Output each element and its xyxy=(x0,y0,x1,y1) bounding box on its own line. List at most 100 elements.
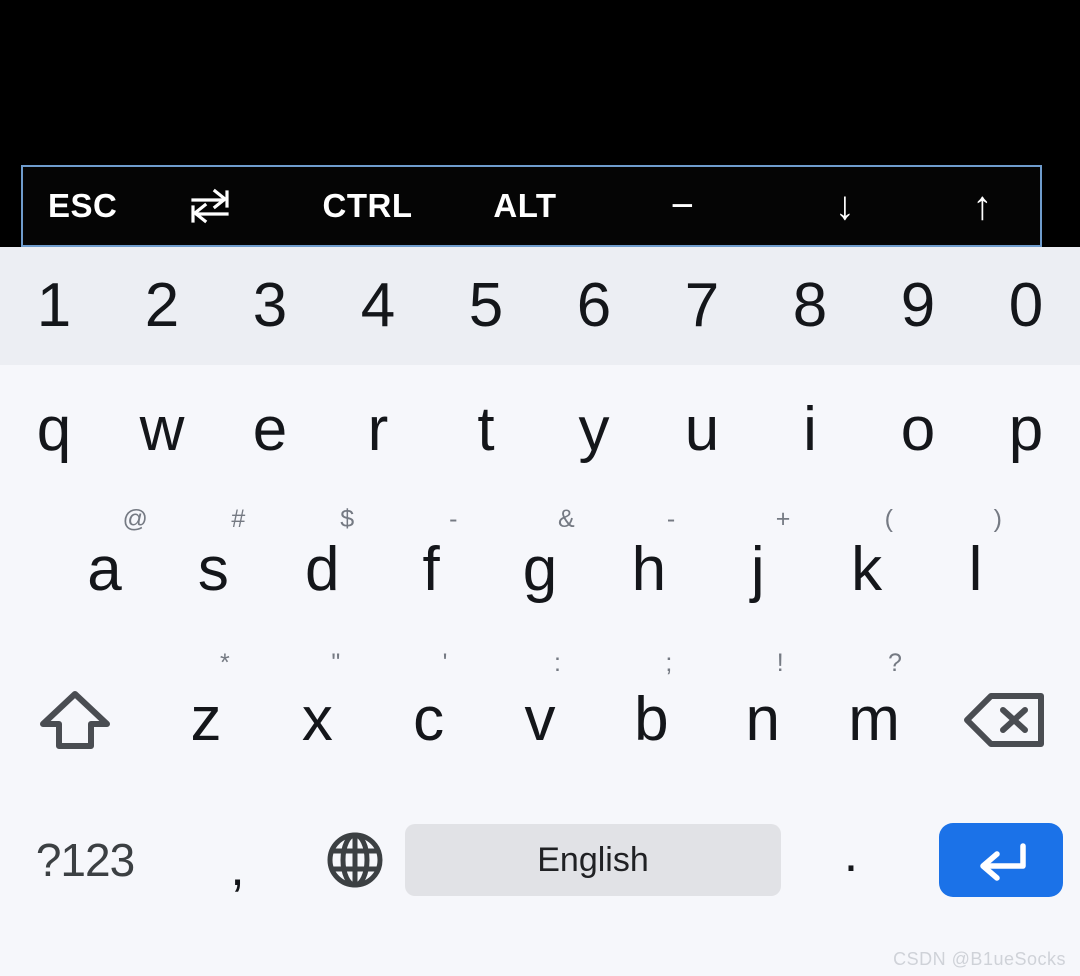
key-spacebar[interactable]: English xyxy=(405,795,781,925)
enter-return-icon xyxy=(971,836,1031,884)
key-t[interactable]: t xyxy=(432,365,540,495)
key-o[interactable]: o xyxy=(864,365,972,495)
key-a-label: a xyxy=(87,535,122,604)
key-k-alt-label: ( xyxy=(884,505,893,533)
shortcut-alt-label: ALT xyxy=(493,187,557,224)
key-a[interactable]: a @ xyxy=(50,495,159,645)
key-e-label: e xyxy=(252,395,288,464)
key-9[interactable]: 9 xyxy=(864,247,972,365)
key-period-label: . xyxy=(843,825,859,883)
key-7[interactable]: 7 xyxy=(648,247,756,365)
key-x[interactable]: x " xyxy=(262,645,373,795)
key-j[interactable]: j + xyxy=(703,495,812,645)
key-k[interactable]: k( xyxy=(812,495,921,645)
key-4-label: 4 xyxy=(360,271,396,340)
key-8[interactable]: 8 xyxy=(756,247,864,365)
key-b[interactable]: b; xyxy=(596,645,707,795)
key-c-label: c xyxy=(413,685,445,754)
key-m[interactable]: m? xyxy=(818,645,929,795)
shortcut-key-tab[interactable] xyxy=(135,167,285,245)
key-0-label: 0 xyxy=(1008,271,1044,340)
key-u-label: u xyxy=(684,395,720,464)
key-d[interactable]: d $ xyxy=(268,495,377,645)
key-2[interactable]: 2 xyxy=(108,247,216,365)
key-o-label: o xyxy=(900,395,936,464)
key-l-label: l xyxy=(968,535,983,604)
device-screen: ESC CTRL ALT − ↓ ↑ 1 2 3 4 5 6 7 8 9 0 q… xyxy=(0,0,1080,976)
shortcut-key-arrow-up[interactable]: ↑ xyxy=(925,167,1040,245)
key-p-label: p xyxy=(1008,395,1044,464)
key-c-alt-label: ' xyxy=(442,649,448,677)
shortcut-key-alt[interactable]: ALT xyxy=(450,167,600,245)
key-u[interactable]: u xyxy=(648,365,756,495)
key-b-alt-label: ; xyxy=(665,649,673,677)
key-4[interactable]: 4 xyxy=(324,247,432,365)
key-x-label: x xyxy=(301,685,333,754)
shortcut-key-ctrl[interactable]: CTRL xyxy=(285,167,450,245)
key-y[interactable]: y xyxy=(540,365,648,495)
key-enter[interactable] xyxy=(921,795,1080,925)
key-b-label: b xyxy=(634,685,669,754)
key-p[interactable]: p xyxy=(972,365,1080,495)
key-q-label: q xyxy=(36,395,72,464)
key-s-label: s xyxy=(197,535,229,604)
key-5-label: 5 xyxy=(468,271,504,340)
key-symbols-toggle[interactable]: ?123 xyxy=(0,795,170,925)
key-period[interactable]: . xyxy=(781,795,921,925)
enter-key-surface[interactable] xyxy=(939,823,1063,897)
key-s[interactable]: s # xyxy=(159,495,268,645)
spacebar-language-label: English xyxy=(537,840,649,879)
key-1[interactable]: 1 xyxy=(0,247,108,365)
key-e[interactable]: e xyxy=(216,365,324,495)
key-z[interactable]: z * xyxy=(150,645,261,795)
keyboard-row-numbers: 1 2 3 4 5 6 7 8 9 0 xyxy=(0,247,1080,365)
key-h-alt-label: - xyxy=(666,505,676,533)
virtual-keyboard: 1 2 3 4 5 6 7 8 9 0 q w e r t y u i o p … xyxy=(0,247,1080,976)
key-m-alt-label: ? xyxy=(888,649,902,677)
keyboard-row-bottom-letters: z * x " c ' v: b; n! m? xyxy=(0,645,1080,795)
shortcut-esc-label: ESC xyxy=(48,187,118,224)
key-l-alt-label: ) xyxy=(993,505,1002,533)
key-l[interactable]: l) xyxy=(921,495,1030,645)
key-5[interactable]: 5 xyxy=(432,247,540,365)
key-q[interactable]: q xyxy=(0,365,108,495)
keyboard-row-function: ?123 , English . xyxy=(0,795,1080,925)
key-h-label: h xyxy=(631,535,667,604)
globe-language-icon xyxy=(324,829,386,891)
key-d-alt-label: $ xyxy=(340,505,355,533)
keyboard-row-qwerty: q w e r t y u i o p xyxy=(0,365,1080,495)
key-r[interactable]: r xyxy=(324,365,432,495)
key-6-label: 6 xyxy=(576,271,612,340)
key-f[interactable]: f- xyxy=(377,495,486,645)
key-s-alt-label: # xyxy=(231,505,246,533)
key-y-label: y xyxy=(578,395,610,464)
key-6[interactable]: 6 xyxy=(540,247,648,365)
key-z-alt-label: * xyxy=(219,649,230,677)
key-v[interactable]: v: xyxy=(484,645,595,795)
spacebar-surface[interactable]: English xyxy=(405,824,781,896)
key-backspace[interactable] xyxy=(930,645,1080,795)
key-7-label: 7 xyxy=(684,271,720,340)
shortcut-key-arrow-down[interactable]: ↓ xyxy=(765,167,925,245)
shortcut-key-esc[interactable]: ESC xyxy=(23,167,135,245)
key-c[interactable]: c ' xyxy=(373,645,484,795)
key-language-switch[interactable] xyxy=(305,795,405,925)
keyboard-shortcut-toolbar: ESC CTRL ALT − ↓ ↑ xyxy=(21,165,1042,247)
key-shift[interactable] xyxy=(0,645,150,795)
key-h[interactable]: h- xyxy=(594,495,703,645)
shortcut-key-minus[interactable]: − xyxy=(600,167,765,245)
key-k-label: k xyxy=(851,535,883,604)
key-comma[interactable]: , xyxy=(170,795,305,925)
key-3[interactable]: 3 xyxy=(216,247,324,365)
key-w[interactable]: w xyxy=(108,365,216,495)
key-comma-label: , xyxy=(230,839,245,897)
key-n[interactable]: n! xyxy=(707,645,818,795)
minus-icon: − xyxy=(670,183,695,228)
key-g[interactable]: g & xyxy=(486,495,595,645)
key-9-label: 9 xyxy=(900,271,936,340)
key-i-label: i xyxy=(803,395,817,464)
key-i[interactable]: i xyxy=(756,365,864,495)
key-f-alt-label: - xyxy=(449,505,458,533)
key-0[interactable]: 0 xyxy=(972,247,1080,365)
shortcut-ctrl-label: CTRL xyxy=(322,187,413,224)
